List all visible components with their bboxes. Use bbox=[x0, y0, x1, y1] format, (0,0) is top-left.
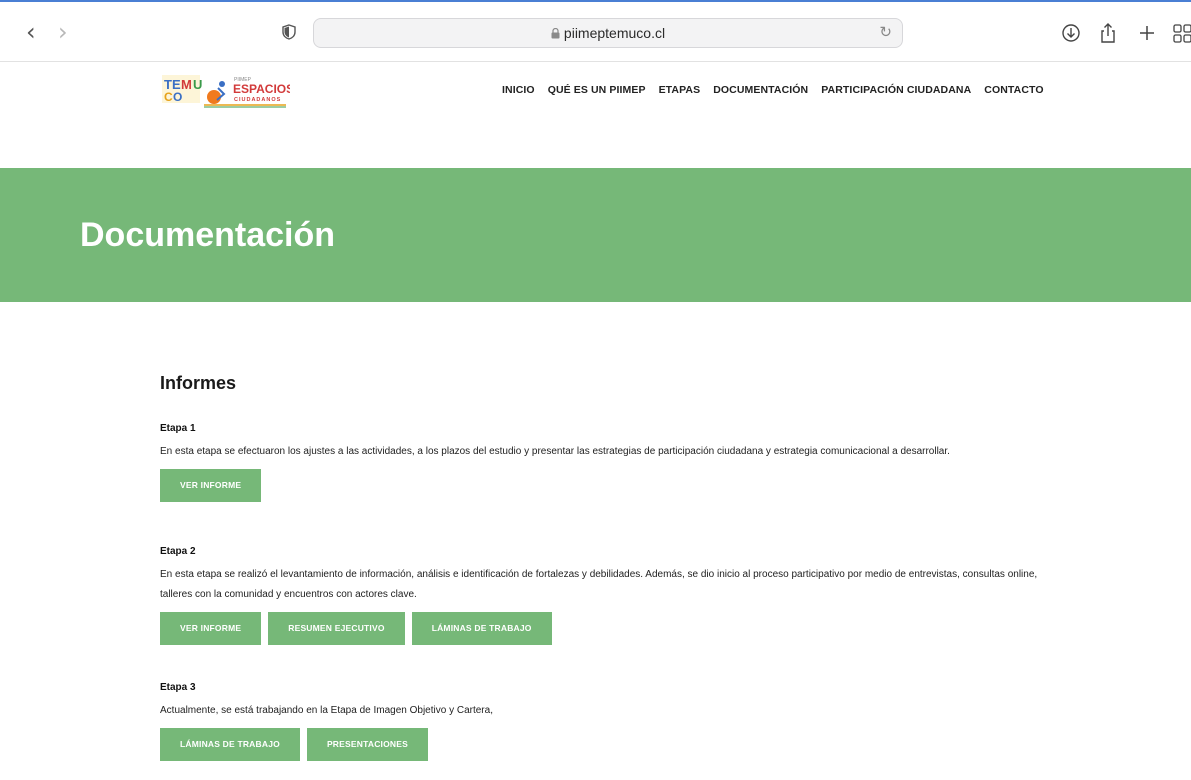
stage-buttons: LÁMINAS DE TRABAJO PRESENTACIONES bbox=[160, 728, 1040, 761]
stage-description: En esta etapa se efectuaron los ajustes … bbox=[160, 446, 950, 457]
hero-banner: Documentación bbox=[0, 168, 1191, 302]
stage-buttons: VER INFORME bbox=[160, 469, 1040, 502]
stage-title: Etapa 2 bbox=[160, 546, 196, 557]
svg-text:C: C bbox=[164, 90, 173, 104]
shield-icon[interactable] bbox=[282, 24, 296, 40]
tabs-grid-icon[interactable] bbox=[1172, 22, 1191, 44]
ver-informe-button[interactable]: VER INFORME bbox=[160, 469, 262, 502]
stage-title: Etapa 3 bbox=[160, 682, 196, 693]
ver-informe-button[interactable]: VER INFORME bbox=[160, 612, 262, 645]
laminas-de-trabajo-button[interactable]: LÁMINAS DE TRABAJO bbox=[411, 612, 552, 645]
url-text: piimeptemuco.cl bbox=[563, 25, 666, 41]
share-icon[interactable] bbox=[1097, 22, 1119, 44]
lock-icon bbox=[551, 28, 560, 39]
reload-icon[interactable]: ↻ bbox=[879, 23, 892, 41]
section-title: Informes bbox=[160, 373, 237, 393]
nav-item-etapas[interactable]: ETAPAS bbox=[659, 84, 701, 96]
svg-text:O: O bbox=[173, 90, 182, 104]
resumen-ejecutivo-button[interactable]: RESUMEN EJECUTIVO bbox=[268, 612, 405, 645]
main-navigation: INICIO QUÉ ES UN PIIMEP ETAPAS DOCUMENTA… bbox=[502, 84, 1057, 96]
nav-item-inicio[interactable]: INICIO bbox=[502, 84, 535, 96]
stage-title: Etapa 1 bbox=[160, 423, 196, 434]
browser-toolbar: ‹ › piimeptemuco.cl ↻ bbox=[0, 0, 1191, 62]
plus-icon[interactable] bbox=[1136, 22, 1158, 44]
svg-text:U: U bbox=[193, 77, 202, 92]
presentaciones-button[interactable]: PRESENTACIONES bbox=[306, 728, 428, 761]
site-logo[interactable]: TE M U C O PIIMEP ESPACIOS CIUDADANOS bbox=[160, 72, 290, 110]
forward-arrow-icon[interactable]: › bbox=[58, 20, 68, 44]
logo-sub-text: CIUDADANOS bbox=[234, 97, 281, 103]
stage-buttons: VER INFORME RESUMEN EJECUTIVO LÁMINAS DE… bbox=[160, 612, 1040, 645]
nav-item-que-es-un-piimep[interactable]: QUÉ ES UN PIIMEP bbox=[548, 84, 646, 96]
page-title: Documentación bbox=[80, 216, 336, 254]
nav-item-documentacion[interactable]: DOCUMENTACIÓN bbox=[713, 84, 808, 96]
svg-text:M: M bbox=[181, 77, 192, 92]
stage-3: Etapa 3 Actualmente, se está trabajando … bbox=[160, 682, 1040, 761]
laminas-de-trabajo-button[interactable]: LÁMINAS DE TRABAJO bbox=[160, 728, 300, 761]
logo-main-text: ESPACIOS bbox=[233, 82, 290, 96]
address-bar[interactable]: piimeptemuco.cl ↻ bbox=[313, 18, 903, 48]
stage-2: Etapa 2 En esta etapa se realizó el leva… bbox=[160, 546, 1040, 645]
download-icon[interactable] bbox=[1060, 22, 1082, 44]
nav-item-contacto[interactable]: CONTACTO bbox=[984, 84, 1043, 96]
stage-description: En esta etapa se realizó el levantamient… bbox=[160, 569, 1038, 600]
nav-item-participacion-ciudadana[interactable]: PARTICIPACIÓN CIUDADANA bbox=[821, 84, 971, 96]
stage-description: Actualmente, se está trabajando en la Et… bbox=[160, 705, 493, 716]
stage-1: Etapa 1 En esta etapa se efectuaron los … bbox=[160, 423, 1040, 502]
back-arrow-icon[interactable]: ‹ bbox=[26, 20, 36, 44]
